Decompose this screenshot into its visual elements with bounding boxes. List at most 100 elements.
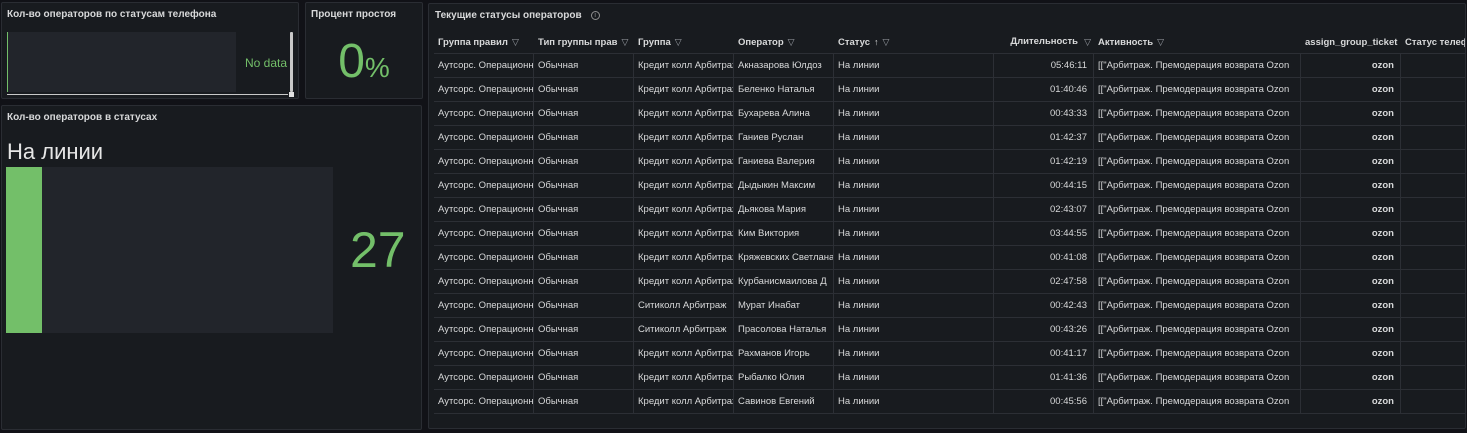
current-statuses-title[interactable]: Текущие статусы операторов i	[435, 10, 600, 21]
filter-icon[interactable]: ▽	[883, 30, 890, 54]
cell-phone-status	[1401, 366, 1465, 390]
table-row[interactable]: Аутсорс. Операционная Обычная Кредит колл …	[434, 222, 1465, 246]
table-row[interactable]: Аутсорс. Операционная Обычная Кредит колл …	[434, 126, 1465, 150]
cell-status: На линии	[834, 366, 994, 390]
cell-status: На линии	[834, 246, 994, 270]
column-header-group-type[interactable]: Тип группы прав ▽	[534, 30, 634, 54]
cell-group-type: Обычная	[534, 174, 634, 198]
cell-assign-group-ticket: ozon	[1301, 222, 1401, 246]
filter-icon[interactable]: ▽	[1157, 30, 1164, 54]
filter-icon[interactable]: ▽	[1084, 30, 1091, 54]
cell-group: Кредит колл Арбитраж	[634, 246, 734, 270]
vertical-scrollbar[interactable]	[290, 32, 293, 92]
column-header-group[interactable]: Группа ▽	[634, 30, 734, 54]
column-header-label: Оператор	[738, 37, 784, 48]
table-row[interactable]: Аутсорс. Операционная Обычная Ситиколл Арб…	[434, 294, 1465, 318]
table-row[interactable]: Аутсорс. Операционная Обычная Кредит колл …	[434, 390, 1465, 414]
column-header-rule-group[interactable]: Группа правил ▽	[434, 30, 534, 54]
cell-status: На линии	[834, 126, 994, 150]
table-row[interactable]: Аутсорс. Операционная Обычная Кредит колл …	[434, 246, 1465, 270]
cell-assign-group-ticket: ozon	[1301, 390, 1401, 414]
cell-activity: [["Арбитраж. Премодерация возврата Ozon	[1094, 390, 1301, 414]
cell-rule-group: Аутсорс. Операционная	[434, 390, 534, 414]
column-header-duration[interactable]: Длительность ▽	[994, 30, 1094, 54]
cell-rule-group: Аутсорс. Операционная	[434, 246, 534, 270]
cell-assign-group-ticket: ozon	[1301, 366, 1401, 390]
cell-group: Кредит колл Арбитраж	[634, 366, 734, 390]
cell-activity: [["Арбитраж. Премодерация возврата Ozon	[1094, 126, 1301, 150]
idle-percent-unit: %	[364, 52, 390, 83]
current-statuses-title-text: Текущие статусы операторов	[435, 10, 582, 21]
status-name-label: На линии	[7, 139, 104, 164]
cell-assign-group-ticket: ozon	[1301, 270, 1401, 294]
sort-ascending-icon[interactable]: ↑	[874, 30, 879, 54]
cell-rule-group: Аутсорс. Операционная	[434, 342, 534, 366]
cell-phone-status	[1401, 294, 1465, 318]
cell-group: Кредит колл Арбитраж	[634, 126, 734, 150]
cell-operator: Рыбалко Юлия	[734, 366, 834, 390]
cell-phone-status	[1401, 126, 1465, 150]
column-header-assign-group-ticket[interactable]: assign_group_ticket▽	[1301, 30, 1401, 54]
status-count-title[interactable]: Кол-во операторов в статусах	[7, 112, 157, 123]
cell-status: На линии	[834, 270, 994, 294]
cell-phone-status	[1401, 150, 1465, 174]
cell-operator: Ганиев Руслан	[734, 126, 834, 150]
cell-group-type: Обычная	[534, 102, 634, 126]
cell-activity: [["Арбитраж. Премодерация возврата Ozon	[1094, 78, 1301, 102]
cell-group: Кредит колл Арбитраж	[634, 342, 734, 366]
filter-icon[interactable]: ▽	[512, 30, 519, 54]
cell-operator: Акназарова Юлдоз	[734, 54, 834, 78]
cell-group: Кредит колл Арбитраж	[634, 78, 734, 102]
cell-status: На линии	[834, 174, 994, 198]
table-row[interactable]: Аутсорс. Операционная Обычная Кредит колл …	[434, 78, 1465, 102]
table-row[interactable]: Аутсорс. Операционная Обычная Кредит колл …	[434, 102, 1465, 126]
cell-phone-status	[1401, 390, 1465, 414]
cell-assign-group-ticket: ozon	[1301, 198, 1401, 222]
table-row[interactable]: Аутсорс. Операционная Обычная Кредит колл …	[434, 366, 1465, 390]
cell-activity: [["Арбитраж. Премодерация возврата Ozon	[1094, 102, 1301, 126]
cell-phone-status	[1401, 318, 1465, 342]
cell-operator: Бухарева Алина	[734, 102, 834, 126]
cell-status: На линии	[834, 150, 994, 174]
table-row[interactable]: Аутсорс. Операционная Обычная Кредит колл …	[434, 342, 1465, 366]
filter-icon[interactable]: ▽	[675, 30, 682, 54]
cell-activity: [["Арбитраж. Премодерация возврата Ozon	[1094, 174, 1301, 198]
status-count-panel: Кол-во операторов в статусах На линии 27	[1, 105, 422, 430]
cell-group-type: Обычная	[534, 198, 634, 222]
filter-icon[interactable]: ▽	[788, 30, 795, 54]
phone-status-title[interactable]: Кол-во операторов по статусам телефона	[7, 9, 216, 20]
cell-group-type: Обычная	[534, 390, 634, 414]
cell-group-type: Обычная	[534, 126, 634, 150]
cell-activity: [["Арбитраж. Премодерация возврата Ozon	[1094, 198, 1301, 222]
table-row[interactable]: Аутсорс. Операционная Обычная Кредит колл …	[434, 198, 1465, 222]
cell-group-type: Обычная	[534, 150, 634, 174]
cell-activity: [["Арбитраж. Премодерация возврата Ozon	[1094, 366, 1301, 390]
cell-phone-status	[1401, 198, 1465, 222]
filter-icon[interactable]: ▽	[621, 30, 628, 54]
column-header-label: Тип группы прав	[538, 37, 618, 48]
column-header-activity[interactable]: Активность ▽	[1094, 30, 1301, 54]
current-statuses-panel: Текущие статусы операторов i Группа прави…	[428, 3, 1466, 429]
table-row[interactable]: Аутсорс. Операционная Обычная Кредит колл …	[434, 150, 1465, 174]
column-header-status[interactable]: Статус ↑ ▽	[834, 30, 994, 54]
horizontal-scrollbar[interactable]	[7, 94, 288, 95]
cell-activity: [["Арбитраж. Премодерация возврата Ozon	[1094, 294, 1301, 318]
cell-activity: [["Арбитраж. Премодерация возврата Ozon	[1094, 222, 1301, 246]
column-header-phone-status[interactable]: Статус телефона▽	[1401, 30, 1465, 54]
table-row[interactable]: Аутсорс. Операционная Обычная Кредит колл …	[434, 174, 1465, 198]
table-row[interactable]: Аутсорс. Операционная Обычная Кредит колл …	[434, 270, 1465, 294]
cell-assign-group-ticket: ozon	[1301, 126, 1401, 150]
cell-duration: 01:42:37	[994, 126, 1094, 150]
cell-group: Ситиколл Арбитраж	[634, 294, 734, 318]
cell-assign-group-ticket: ozon	[1301, 294, 1401, 318]
phone-status-panel: Кол-во операторов по статусам телефона N…	[1, 2, 299, 99]
idle-percent-title[interactable]: Процент простоя	[311, 9, 396, 20]
table-row[interactable]: Аутсорс. Операционная Обычная Кредит колл …	[434, 54, 1465, 78]
cell-duration: 01:42:19	[994, 150, 1094, 174]
resize-handle[interactable]	[289, 92, 294, 97]
column-header-operator[interactable]: Оператор ▽	[734, 30, 834, 54]
no-data-label: No data	[245, 56, 288, 70]
table-row[interactable]: Аутсорс. Операционная Обычная Ситиколл Арб…	[434, 318, 1465, 342]
cell-duration: 00:43:26	[994, 318, 1094, 342]
info-circle-icon[interactable]: i	[590, 10, 600, 20]
